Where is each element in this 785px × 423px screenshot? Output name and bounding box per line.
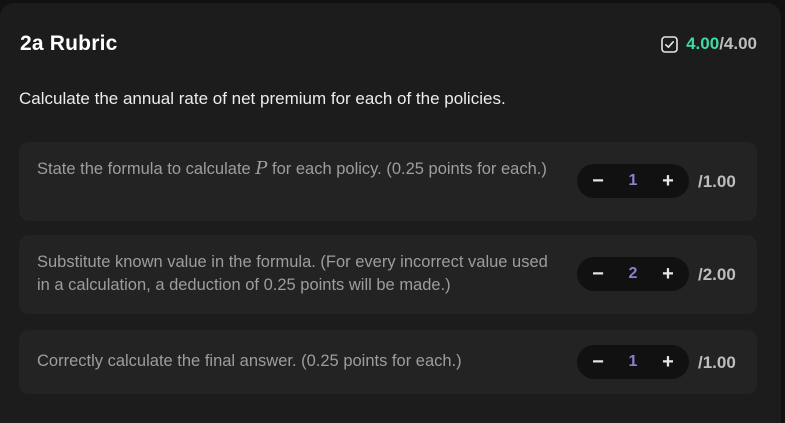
rubric-panel: 2a Rubric 4.00/4.00 Calculate the annual… bbox=[0, 3, 781, 423]
question-text: Calculate the annual rate of net premium… bbox=[19, 89, 506, 108]
checkbox-checked-icon bbox=[661, 35, 678, 53]
criterion-text: Correctly calculate the final answer. (0… bbox=[37, 352, 462, 370]
criterion-row: Correctly calculate the final answer. (0… bbox=[19, 330, 757, 394]
decrement-button[interactable]: − bbox=[589, 345, 607, 379]
decrement-button[interactable]: − bbox=[589, 164, 607, 198]
increment-button[interactable]: + bbox=[659, 164, 677, 198]
stepper-value[interactable]: 1 bbox=[629, 353, 638, 371]
stepper-value[interactable]: 1 bbox=[629, 172, 638, 190]
max-points: /1.00 bbox=[698, 353, 736, 372]
criterion-text: Substitute known value in the formula. (… bbox=[37, 253, 548, 294]
increment-button[interactable]: + bbox=[659, 345, 677, 379]
score-total: /4.00 bbox=[719, 34, 757, 53]
max-points: /1.00 bbox=[698, 172, 736, 191]
points-stepper: − 1 + bbox=[577, 164, 689, 198]
score-earned: 4.00 bbox=[686, 34, 720, 53]
rubric-header: 2a Rubric 4.00/4.00 bbox=[20, 29, 757, 59]
stepper-value[interactable]: 2 bbox=[629, 265, 638, 283]
math-variable: P bbox=[255, 158, 268, 179]
increment-button[interactable]: + bbox=[659, 257, 677, 291]
points-stepper: − 1 + bbox=[577, 345, 689, 379]
points-stepper: − 2 + bbox=[577, 257, 689, 291]
rubric-score: 4.00/4.00 bbox=[661, 34, 757, 54]
criterion-row: State the formula to calculate P for eac… bbox=[19, 142, 757, 221]
rubric-title: 2a Rubric bbox=[20, 32, 118, 55]
decrement-button[interactable]: − bbox=[589, 257, 607, 291]
criterion-row: Substitute known value in the formula. (… bbox=[19, 235, 757, 314]
max-points: /2.00 bbox=[698, 265, 736, 284]
criterion-text: State the formula to calculate P for eac… bbox=[37, 158, 547, 179]
